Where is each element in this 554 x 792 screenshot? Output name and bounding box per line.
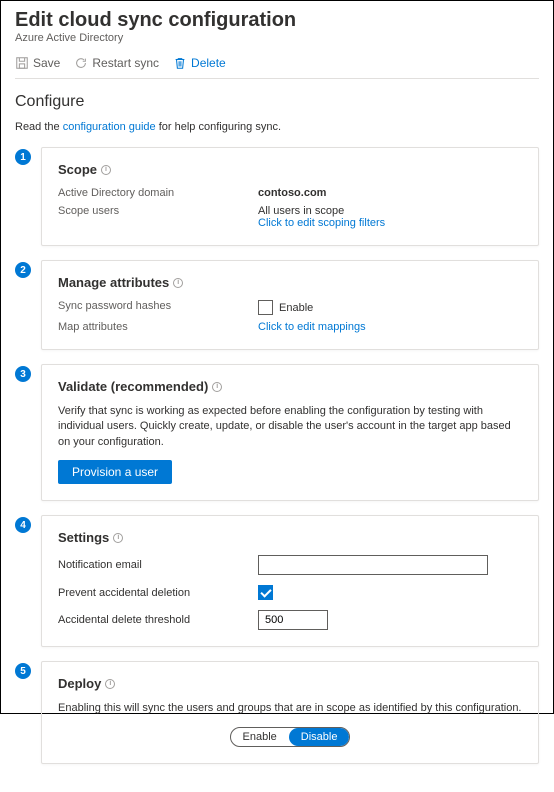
step-badge-3: 3 xyxy=(15,366,31,382)
prevent-deletion-checkbox[interactable] xyxy=(258,585,273,600)
password-hash-label: Sync password hashes xyxy=(58,300,258,315)
step-badge-2: 2 xyxy=(15,262,31,278)
scope-title: Scope xyxy=(58,162,97,177)
edit-mappings-link[interactable]: Click to edit mappings xyxy=(258,321,366,333)
info-icon[interactable]: i xyxy=(113,533,123,543)
enable-hash-label: Enable xyxy=(279,302,313,314)
scoping-filters-link[interactable]: Click to edit scoping filters xyxy=(258,217,385,229)
threshold-input[interactable] xyxy=(258,610,328,630)
help-text: Read the configuration guide for help co… xyxy=(15,121,539,133)
configuration-guide-link[interactable]: configuration guide xyxy=(63,121,156,133)
help-suffix: for help configuring sync. xyxy=(156,121,281,133)
validate-desc: Verify that sync is working as expected … xyxy=(58,404,522,450)
settings-card: Settings i Notification email Prevent ac… xyxy=(41,515,539,647)
deploy-title: Deploy xyxy=(58,676,101,691)
deploy-disable[interactable]: Disable xyxy=(289,728,350,746)
notification-email-label: Notification email xyxy=(58,559,258,571)
info-icon[interactable]: i xyxy=(105,679,115,689)
attributes-card: Manage attributes i Sync password hashes… xyxy=(41,260,539,350)
page-subtitle: Azure Active Directory xyxy=(15,32,539,44)
validate-card: Validate (recommended) i Verify that syn… xyxy=(41,364,539,501)
save-label: Save xyxy=(33,56,60,70)
deploy-desc: Enabling this will sync the users and gr… xyxy=(58,701,522,716)
scope-users-label: Scope users xyxy=(58,205,258,229)
domain-label: Active Directory domain xyxy=(58,187,258,199)
trash-icon xyxy=(173,56,187,70)
delete-button[interactable]: Delete xyxy=(173,56,226,70)
info-icon[interactable]: i xyxy=(173,278,183,288)
notification-email-input[interactable] xyxy=(258,555,488,575)
settings-title: Settings xyxy=(58,530,109,545)
info-icon[interactable]: i xyxy=(212,382,222,392)
page-title: Edit cloud sync configuration xyxy=(15,9,539,32)
save-icon xyxy=(15,56,29,70)
deploy-toggle[interactable]: Enable Disable xyxy=(230,727,351,747)
validate-title: Validate (recommended) xyxy=(58,379,208,394)
scope-card: Scope i Active Directory domain contoso.… xyxy=(41,147,539,246)
info-icon[interactable]: i xyxy=(101,165,111,175)
configure-heading: Configure xyxy=(15,93,539,111)
save-button[interactable]: Save xyxy=(15,56,60,70)
step-badge-1: 1 xyxy=(15,149,31,165)
step-badge-4: 4 xyxy=(15,517,31,533)
step-badge-5: 5 xyxy=(15,663,31,679)
threshold-label: Accidental delete threshold xyxy=(58,614,258,626)
domain-value: contoso.com xyxy=(258,187,522,199)
prevent-deletion-label: Prevent accidental deletion xyxy=(58,587,258,599)
attributes-title: Manage attributes xyxy=(58,275,169,290)
deploy-card: Deploy i Enabling this will sync the use… xyxy=(41,661,539,763)
enable-hash-checkbox[interactable] xyxy=(258,300,273,315)
command-bar: Save Restart sync Delete xyxy=(15,52,539,79)
map-attr-label: Map attributes xyxy=(58,321,258,333)
restart-sync-button[interactable]: Restart sync xyxy=(74,56,159,70)
delete-label: Delete xyxy=(191,56,226,70)
scope-users-value: All users in scope xyxy=(258,205,522,217)
refresh-icon xyxy=(74,56,88,70)
restart-label: Restart sync xyxy=(92,56,159,70)
help-prefix: Read the xyxy=(15,121,63,133)
provision-user-button[interactable]: Provision a user xyxy=(58,460,172,484)
deploy-enable[interactable]: Enable xyxy=(231,728,289,746)
